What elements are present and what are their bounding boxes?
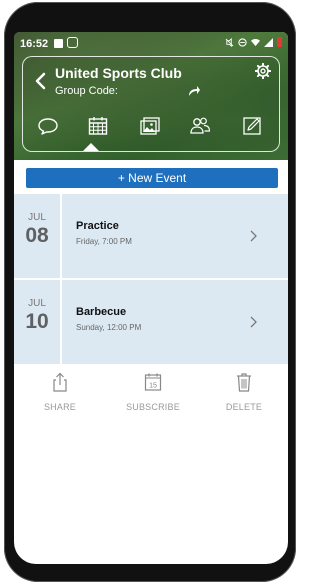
subscribe-icon-number: 15 — [149, 383, 157, 390]
event-day: 08 — [25, 224, 49, 247]
share-arrow-icon[interactable] — [187, 84, 201, 96]
share-icon — [25, 372, 95, 392]
tab-photos[interactable] — [139, 115, 163, 139]
event-month: JUL — [28, 298, 46, 309]
phone-frame: United Sports Club Group Code: 16:52 + N… — [4, 2, 296, 582]
calendar-icon — [87, 117, 109, 141]
subscribe-button[interactable]: 15 SUBSCRIBE — [118, 372, 188, 412]
chat-bubble-icon — [37, 118, 59, 141]
event-list: JUL 08 Practice Friday, 7:00 PM JUL 10 B… — [14, 194, 288, 366]
event-date: JUL 10 — [14, 280, 62, 364]
tab-calendar[interactable] — [87, 115, 111, 139]
app-notification-icon — [67, 37, 78, 48]
edit-note-icon — [241, 117, 263, 141]
event-row[interactable]: JUL 08 Practice Friday, 7:00 PM — [14, 194, 288, 280]
event-actions-bar: SHARE 15 SUBSCRIBE DELETE — [14, 372, 288, 432]
delete-label: DELETE — [225, 402, 263, 412]
event-time: Friday, 7:00 PM — [76, 237, 132, 246]
group-code-label: Group Code: — [55, 85, 118, 97]
group-title: United Sports Club — [55, 65, 182, 81]
tab-chat[interactable] — [37, 115, 61, 139]
status-icons — [225, 37, 282, 47]
tab-members[interactable] — [189, 115, 213, 139]
chevron-right-icon — [248, 229, 258, 243]
event-name: Practice — [76, 220, 119, 232]
event-time: Sunday, 12:00 PM — [76, 323, 142, 332]
event-date: JUL 08 — [14, 194, 62, 278]
share-label: SHARE — [43, 402, 76, 412]
event-month: JUL — [28, 212, 46, 223]
subscribe-label: SUBSCRIBE — [126, 402, 180, 412]
status-bar: 16:52 — [14, 32, 288, 56]
new-event-button[interactable]: + New Event — [26, 168, 278, 188]
event-name: Barbecue — [76, 306, 127, 318]
calendar-subscribe-icon: 15 — [118, 372, 188, 392]
tab-notes[interactable] — [241, 115, 265, 139]
group-header-card: United Sports Club Group Code: — [22, 56, 280, 152]
trash-icon — [209, 372, 279, 392]
signal-icon — [264, 37, 273, 47]
gear-icon[interactable] — [254, 62, 272, 80]
group-tab-bar — [23, 111, 281, 151]
back-arrow-icon[interactable] — [33, 71, 49, 91]
mute-icon — [225, 37, 234, 47]
members-icon — [189, 117, 211, 141]
share-button[interactable]: SHARE — [25, 372, 95, 412]
active-tab-pointer — [83, 143, 99, 151]
notification-square-icon — [54, 39, 63, 48]
status-time: 16:52 — [20, 38, 49, 50]
photo-icon — [139, 117, 161, 141]
battery-icon — [277, 37, 282, 47]
delete-button[interactable]: DELETE — [209, 372, 279, 412]
app-screen: United Sports Club Group Code: 16:52 + N… — [14, 32, 288, 564]
chevron-right-icon — [248, 315, 258, 329]
event-row[interactable]: JUL 10 Barbecue Sunday, 12:00 PM — [14, 280, 288, 366]
event-day: 10 — [25, 310, 49, 333]
dnd-icon — [238, 37, 247, 47]
wifi-icon — [251, 38, 260, 46]
